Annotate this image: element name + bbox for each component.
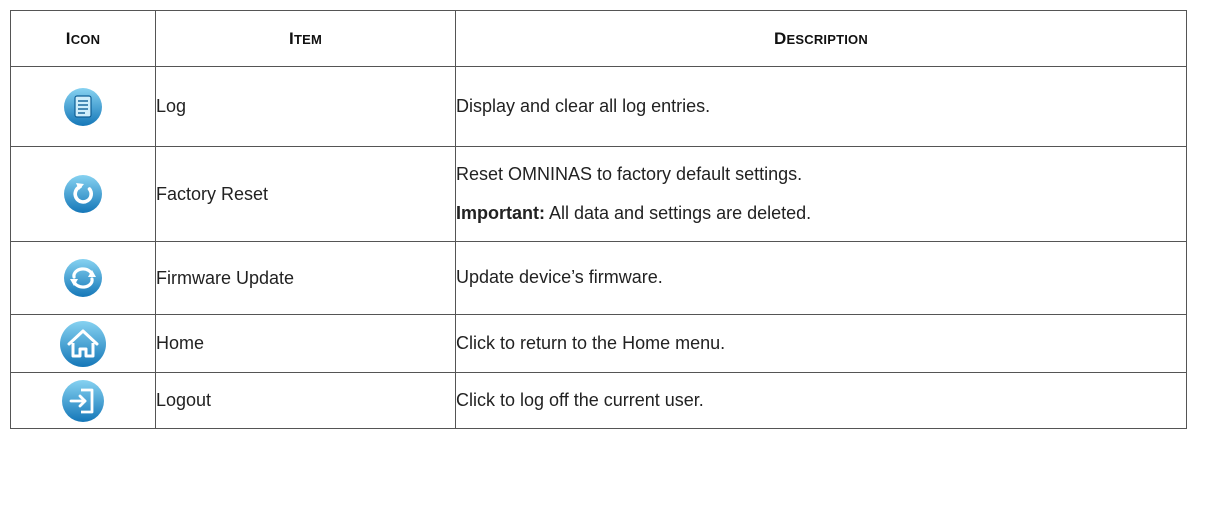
factory-reset-icon xyxy=(63,174,103,214)
header-icon: ICON xyxy=(10,10,156,67)
header-item-rest: TEM xyxy=(293,31,322,47)
item-name: Logout xyxy=(155,372,456,429)
note-label: Important: xyxy=(456,202,545,223)
icon-cell xyxy=(10,66,156,147)
icon-cell xyxy=(10,372,156,429)
item-name: Factory Reset xyxy=(155,146,456,242)
description: Reset OMNINAS to factory default setting… xyxy=(455,146,1187,242)
item-name: Home xyxy=(155,314,456,373)
header-item: ITEM xyxy=(155,10,456,67)
header-icon-rest: CON xyxy=(70,31,101,47)
description: Click to log off the current user. xyxy=(455,372,1187,429)
header-description: DESCRIPTION xyxy=(455,10,1187,67)
reference-table: ICON ITEM DESCRIPTION Log Display and cl… xyxy=(10,10,1187,429)
description-text: Reset OMNINAS to factory default setting… xyxy=(456,163,803,184)
description-text: Display and clear all log entries. xyxy=(456,95,711,116)
note-text: All data and settings are deleted. xyxy=(545,202,812,223)
icon-cell xyxy=(10,314,156,373)
description-text: Update device’s firmware. xyxy=(456,267,663,288)
table-row: Log Display and clear all log entries. xyxy=(10,66,1187,147)
description: Display and clear all log entries. xyxy=(455,66,1187,147)
item-name: Log xyxy=(155,66,456,147)
home-icon xyxy=(59,320,107,368)
description-note: Important: All data and settings are del… xyxy=(456,203,1186,225)
table-row: Logout Click to log off the current user… xyxy=(10,372,1187,429)
table-row: Firmware Update Update device’s firmware… xyxy=(10,241,1187,315)
description: Click to return to the Home menu. xyxy=(455,314,1187,373)
description-text: Click to log off the current user. xyxy=(456,389,704,410)
header-row: ICON ITEM DESCRIPTION xyxy=(10,10,1187,67)
icon-cell xyxy=(10,146,156,242)
icon-cell xyxy=(10,241,156,315)
header-description-initial: D xyxy=(774,28,787,48)
table-row: Factory Reset Reset OMNINAS to factory d… xyxy=(10,146,1187,242)
logout-icon xyxy=(61,379,105,423)
table-row: Home Click to return to the Home menu. xyxy=(10,314,1187,373)
description-text: Click to return to the Home menu. xyxy=(456,332,726,353)
description: Update device’s firmware. xyxy=(455,241,1187,315)
header-description-rest: ESCRIPTION xyxy=(786,31,868,47)
log-icon xyxy=(63,87,103,127)
item-name: Firmware Update xyxy=(155,241,456,315)
firmware-update-icon xyxy=(63,258,103,298)
